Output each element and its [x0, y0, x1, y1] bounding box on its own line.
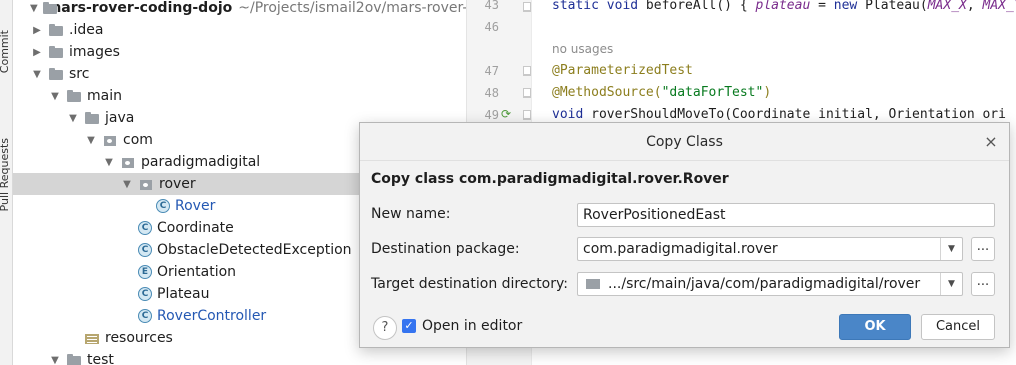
enum-icon: E — [138, 265, 152, 279]
chevron-right-icon[interactable]: ▶ — [30, 41, 44, 63]
line-number: 47 — [484, 64, 499, 78]
folder-icon — [66, 353, 82, 365]
tree-item-label: main — [87, 88, 122, 104]
tree-row-root[interactable]: ▼ mars-rover-coding-dojo ~/Projects/isma… — [13, 0, 549, 19]
class-icon: C — [138, 309, 152, 323]
usage-hint[interactable]: no usages — [552, 42, 613, 56]
exception-class-icon: C — [138, 243, 152, 257]
tree-item-label: .idea — [69, 22, 104, 38]
folder-icon — [586, 279, 600, 289]
close-icon[interactable]: × — [981, 132, 1001, 152]
code-line-48: @MethodSource("dataForTest") — [552, 85, 772, 100]
open-in-editor-checkbox[interactable]: ✓ — [402, 319, 416, 333]
dialog-heading: Copy class com.paradigmadigital.rover.Ro… — [371, 171, 729, 187]
package-icon — [138, 177, 154, 191]
target-directory-value: .../src/main/java/com/paradigmadigital/r… — [608, 276, 921, 292]
chevron-down-icon[interactable]: ▼ — [30, 63, 44, 85]
dialog-title: Copy Class — [360, 123, 1009, 161]
package-icon — [120, 155, 136, 169]
tree-item-label: ObstacleDetectedException — [157, 242, 352, 258]
chevron-right-icon[interactable]: ▶ — [30, 19, 44, 41]
line-number: 43 — [484, 0, 499, 12]
chevron-down-icon[interactable]: ▼ — [120, 173, 134, 195]
folder-icon — [66, 89, 82, 103]
tree-row-idea[interactable]: ▶ .idea — [13, 19, 466, 41]
tree-item-label: RoverController — [157, 308, 267, 324]
help-button[interactable]: ? — [373, 316, 397, 340]
fold-marker-icon[interactable] — [523, 110, 531, 120]
target-directory-label: Target destination directory: — [371, 276, 568, 292]
folder-icon — [48, 23, 64, 37]
destination-package-value: com.paradigmadigital.rover — [583, 241, 778, 257]
chevron-down-icon[interactable]: ▼ — [48, 85, 62, 107]
code-line-43: static void beforeAll() { plateau = new … — [552, 0, 1016, 13]
left-tool-strip: Commit Pull Requests — [0, 0, 13, 365]
tree-row-main[interactable]: ▼ main — [13, 85, 466, 107]
tree-item-label: Rover — [175, 198, 216, 214]
class-icon: C — [138, 287, 152, 301]
chevron-down-icon[interactable]: ▼ — [940, 238, 962, 260]
tree-item-label: test — [87, 352, 114, 365]
chevron-down-icon[interactable]: ▼ — [940, 273, 962, 295]
destination-package-combo[interactable]: com.paradigmadigital.rover ▼ — [577, 237, 963, 261]
tree-item-label: Orientation — [157, 264, 237, 280]
folder-icon — [84, 111, 100, 125]
chevron-down-icon[interactable]: ▼ — [66, 107, 80, 129]
tree-row-test[interactable]: ▼ test — [13, 349, 466, 365]
tree-item-label: images — [69, 44, 120, 60]
tree-row-src[interactable]: ▼ src — [13, 63, 466, 85]
class-icon: C — [138, 221, 152, 235]
tree-item-label: resources — [105, 330, 173, 346]
folder-icon — [48, 45, 64, 59]
tree-item-label: Coordinate — [157, 220, 234, 236]
fold-marker-icon[interactable] — [523, 2, 531, 12]
line-number: 46 — [484, 20, 499, 34]
tree-item-label: java — [105, 110, 135, 126]
package-icon — [102, 133, 118, 147]
target-directory-combo[interactable]: .../src/main/java/com/paradigmadigital/r… — [577, 272, 963, 296]
cancel-button[interactable]: Cancel — [921, 314, 995, 340]
code-line-47: @ParameterizedTest — [552, 63, 693, 78]
chevron-down-icon[interactable]: ▼ — [84, 129, 98, 151]
tree-item-label: Plateau — [157, 286, 210, 302]
new-name-value: RoverPositionedEast — [583, 207, 726, 223]
folder-icon — [48, 67, 64, 81]
line-number: 49 — [484, 108, 499, 122]
pull-requests-tool-tab[interactable]: Pull Requests — [0, 138, 11, 211]
chevron-down-icon[interactable]: ▼ — [30, 0, 38, 19]
chevron-down-icon[interactable]: ▼ — [102, 151, 116, 173]
browse-directory-button[interactable]: ... — [971, 272, 995, 296]
destination-package-label: Destination package: — [371, 241, 520, 257]
new-name-input[interactable]: RoverPositionedEast — [577, 203, 995, 227]
copy-class-dialog: Copy Class × Copy class com.paradigmadig… — [359, 122, 1010, 348]
line-number: 48 — [484, 86, 499, 100]
tree-item-label: src — [69, 66, 90, 82]
run-test-icon[interactable]: ⟳ — [501, 107, 511, 121]
fold-marker-icon[interactable] — [523, 66, 531, 76]
resources-folder-icon — [84, 331, 100, 345]
tree-item-label: paradigmadigital — [141, 154, 261, 170]
commit-tool-tab[interactable]: Commit — [0, 30, 11, 73]
code-line-49: void roverShouldMoveTo(Coordinate initia… — [552, 107, 1006, 122]
open-in-editor-label[interactable]: Open in editor — [422, 318, 522, 334]
chevron-down-icon[interactable]: ▼ — [48, 349, 62, 365]
fold-marker-icon[interactable] — [523, 88, 531, 98]
tree-row-images[interactable]: ▶ images — [13, 41, 466, 63]
new-name-label: New name: — [371, 206, 451, 222]
browse-package-button[interactable]: ... — [971, 237, 995, 261]
tree-item-label: rover — [159, 176, 196, 192]
tree-item-label: com — [123, 132, 153, 148]
tree-root-label: mars-rover-coding-dojo — [46, 0, 233, 16]
class-icon: C — [156, 199, 170, 213]
ok-button[interactable]: OK — [839, 314, 911, 340]
